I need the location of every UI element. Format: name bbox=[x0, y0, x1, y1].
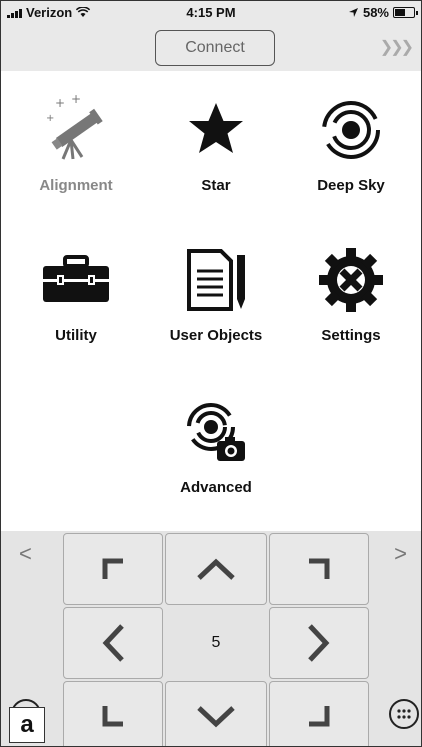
location-arrow-icon bbox=[348, 8, 358, 17]
menu-item-utility[interactable]: Utility bbox=[6, 221, 146, 361]
chevron-down-icon bbox=[197, 706, 235, 728]
menu-item-label: Utility bbox=[55, 327, 97, 344]
menu-item-advanced[interactable]: Advanced bbox=[146, 373, 286, 513]
key-up-right[interactable] bbox=[269, 533, 369, 605]
chevron-up-icon bbox=[197, 558, 235, 580]
document-pencil-icon bbox=[181, 245, 251, 315]
gear-icon bbox=[316, 245, 386, 315]
menu-item-label: Settings bbox=[321, 327, 381, 344]
key-up[interactable] bbox=[165, 533, 267, 605]
telescope-icon: + + + bbox=[41, 95, 111, 165]
menu-item-deep-sky[interactable]: Deep Sky bbox=[281, 71, 421, 211]
menu-item-star[interactable]: Star bbox=[146, 71, 286, 211]
star-icon bbox=[181, 95, 251, 165]
chevron-left-icon[interactable]: < bbox=[19, 541, 32, 567]
menu-item-alignment[interactable]: + + + Alignment bbox=[6, 71, 146, 211]
direction-keypad: < > 5 bbox=[1, 531, 421, 746]
toolbar: Connect ❯❯❯ bbox=[1, 23, 421, 71]
battery-icon bbox=[393, 7, 418, 18]
galaxy-icon bbox=[316, 95, 386, 165]
chevron-right-icon[interactable]: > bbox=[394, 541, 407, 567]
key-up-left[interactable] bbox=[63, 533, 163, 605]
menu-item-label: Star bbox=[201, 177, 231, 194]
corner-up-right-icon bbox=[309, 558, 330, 579]
status-bar: Verizon 4:15 PM 58% bbox=[1, 1, 421, 23]
key-right[interactable] bbox=[269, 607, 369, 679]
key-down[interactable] bbox=[165, 681, 267, 746]
corner-down-left-icon bbox=[102, 706, 123, 727]
galaxy-camera-icon bbox=[181, 397, 251, 467]
chevron-right-icon bbox=[308, 624, 330, 662]
key-down-right[interactable] bbox=[269, 681, 369, 746]
menu-item-label: Alignment bbox=[39, 177, 113, 194]
figure-label: a bbox=[9, 707, 45, 743]
corner-up-left-icon bbox=[102, 558, 123, 579]
grid-dots-icon bbox=[397, 709, 411, 719]
triple-chevron-right-icon[interactable]: ❯❯❯ bbox=[380, 37, 414, 57]
menu-item-user-objects[interactable]: User Objects bbox=[146, 221, 286, 361]
corner-down-right-icon bbox=[309, 706, 330, 727]
connect-button[interactable]: Connect bbox=[155, 30, 275, 66]
keypad-menu-button[interactable] bbox=[389, 699, 419, 729]
chevron-left-icon bbox=[102, 624, 124, 662]
svg-text:+: + bbox=[71, 95, 81, 106]
battery-percent: 58% bbox=[362, 5, 389, 20]
svg-text:+: + bbox=[55, 96, 65, 110]
key-down-left[interactable] bbox=[63, 681, 163, 746]
menu-item-settings[interactable]: Settings bbox=[281, 221, 421, 361]
app-screen: Verizon 4:15 PM 58% Connect ❯❯❯ + + + Al… bbox=[0, 0, 422, 747]
svg-text:+: + bbox=[46, 113, 54, 124]
main-menu: + + + Alignment Star Deep Sky Utility Us… bbox=[1, 71, 421, 531]
key-left[interactable] bbox=[63, 607, 163, 679]
menu-item-label: User Objects bbox=[169, 327, 263, 344]
menu-item-label: Advanced bbox=[180, 479, 252, 496]
toolbox-icon bbox=[41, 245, 111, 315]
menu-item-label: Deep Sky bbox=[317, 177, 385, 194]
speed-value: 5 bbox=[165, 607, 267, 679]
